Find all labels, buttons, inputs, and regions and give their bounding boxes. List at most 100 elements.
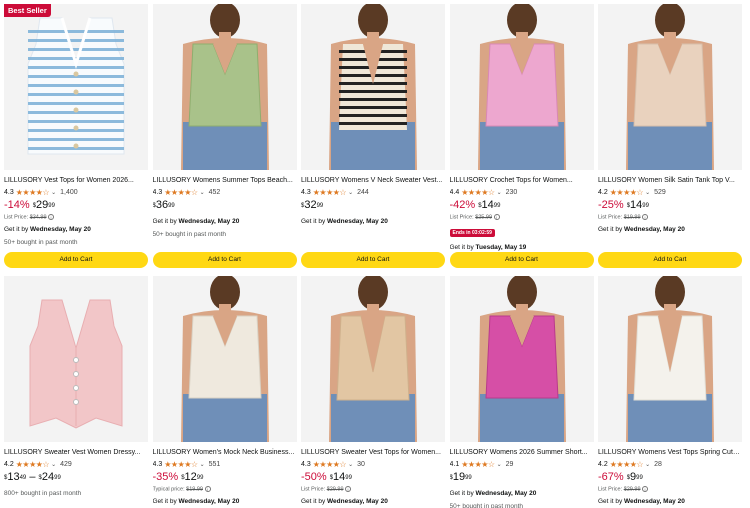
- product-title[interactable]: LILLUSORY Vest Tops for Women 2026...: [4, 176, 148, 186]
- add-to-cart-button[interactable]: Add to Cart: [4, 252, 148, 268]
- rating-value: 4.3: [152, 461, 163, 468]
- product-card[interactable]: LILLUSORY Women's Mock Neck Business... 4…: [152, 276, 297, 508]
- star-rating-icon[interactable]: ★★★★☆: [610, 188, 644, 198]
- product-info: LILLUSORY Crochet Tops for Women... 4.4 ★★…: [449, 170, 594, 252]
- product-image[interactable]: [449, 4, 594, 170]
- product-image[interactable]: Best Seller: [4, 4, 148, 170]
- chevron-down-icon[interactable]: ⌄: [645, 189, 650, 196]
- price: $1499: [627, 199, 649, 212]
- add-to-cart-button[interactable]: Add to Cart: [449, 252, 594, 268]
- product-title[interactable]: LILLUSORY Womens V Neck Sweater Vest...: [301, 176, 445, 186]
- delivery-prefix: Get it by: [152, 498, 179, 505]
- product-image[interactable]: [598, 4, 742, 170]
- product-image[interactable]: [4, 276, 148, 442]
- chevron-down-icon[interactable]: ⌄: [348, 461, 353, 468]
- product-title[interactable]: LILLUSORY Womens Summer Tops Beach...: [153, 176, 297, 186]
- product-title[interactable]: LILLUSORY Sweater Vest Tops for Women...: [301, 448, 445, 458]
- list-price: List Price: $25.99 i: [450, 214, 594, 221]
- product-info: LILLUSORY Womens Summer Tops Beach... 4.3…: [153, 170, 297, 239]
- price-line: $3699: [153, 199, 297, 213]
- list-price-value: $19.99: [623, 214, 641, 221]
- info-icon[interactable]: i: [642, 486, 649, 492]
- product-image[interactable]: [301, 276, 445, 442]
- delivery-prefix: Get it by: [598, 226, 625, 233]
- chevron-down-icon[interactable]: ⌄: [348, 189, 353, 196]
- product-title[interactable]: LILLUSORY Womens 2026 Summer Short...: [450, 448, 594, 458]
- delivery-date: Wednesday, May 20: [178, 498, 240, 505]
- discount-percent: -35%: [152, 471, 179, 483]
- chevron-down-icon[interactable]: ⌄: [200, 461, 205, 468]
- list-price-label: List Price:: [598, 214, 623, 221]
- product-card[interactable]: LILLUSORY Womens Summer Tops Beach... 4.3…: [152, 4, 297, 268]
- chevron-down-icon[interactable]: ⌄: [51, 461, 56, 468]
- star-rating-icon[interactable]: ★★★★☆: [164, 460, 198, 470]
- product-card[interactable]: LILLUSORY Womens V Neck Sweater Vest... 4…: [301, 4, 445, 268]
- delivery-prefix: Get it by: [449, 244, 476, 251]
- price-line: $1349 – $2499: [4, 471, 148, 485]
- star-rating-icon[interactable]: ★★★★☆: [313, 460, 347, 470]
- info-icon[interactable]: i: [204, 486, 211, 492]
- review-count[interactable]: 30: [357, 461, 365, 468]
- rating-value: 4.3: [152, 189, 163, 196]
- add-to-cart-button[interactable]: Add to Cart: [152, 252, 297, 268]
- product-image[interactable]: [449, 276, 594, 442]
- review-count[interactable]: 529: [654, 189, 666, 196]
- star-rating-icon[interactable]: ★★★★☆: [164, 188, 198, 198]
- info-icon[interactable]: i: [493, 214, 500, 220]
- chevron-down-icon[interactable]: ⌄: [645, 461, 650, 468]
- currency-symbol: $: [4, 475, 8, 481]
- star-rating-icon[interactable]: ★★★★☆: [461, 188, 495, 198]
- delivery-info: Get it by Wednesday, May 20: [301, 217, 445, 226]
- product-image[interactable]: [301, 4, 445, 170]
- chevron-down-icon[interactable]: ⌄: [497, 461, 502, 468]
- list-price-value: $29.99: [326, 486, 344, 493]
- product-title[interactable]: LILLUSORY Women Silk Satin Tank Top V...: [598, 176, 742, 186]
- review-count[interactable]: 1,400: [60, 189, 78, 196]
- review-count[interactable]: 244: [357, 189, 369, 196]
- product-card[interactable]: LILLUSORY Sweater Vest Women Dressy... 4.…: [4, 276, 148, 508]
- review-count[interactable]: 29: [506, 461, 514, 468]
- review-count[interactable]: 429: [60, 461, 72, 468]
- product-title[interactable]: LILLUSORY Crochet Tops for Women...: [450, 176, 594, 186]
- product-title[interactable]: LILLUSORY Womens Vest Tops Spring Cute..…: [598, 448, 742, 458]
- price-cents-max: 99: [54, 475, 61, 481]
- rating-value: 4.4: [449, 189, 460, 196]
- chevron-down-icon[interactable]: ⌄: [200, 189, 205, 196]
- rating-value: 4.2: [598, 461, 608, 468]
- review-count[interactable]: 28: [654, 461, 662, 468]
- info-icon[interactable]: i: [642, 214, 649, 220]
- review-count[interactable]: 452: [209, 189, 221, 196]
- product-image[interactable]: [152, 276, 297, 442]
- product-title[interactable]: LILLUSORY Sweater Vest Women Dressy...: [4, 448, 148, 458]
- product-card[interactable]: Best Seller LILLUSORY Vest Tops for Women…: [4, 4, 148, 268]
- price-line: -42% $1499: [450, 199, 594, 213]
- product-card[interactable]: LILLUSORY Women Silk Satin Tank Top V...…: [598, 4, 742, 268]
- price-dollars: 14: [333, 471, 346, 483]
- list-price-value: $19.99: [186, 486, 203, 493]
- chevron-down-icon[interactable]: ⌄: [497, 189, 502, 196]
- product-card[interactable]: LILLUSORY Womens Vest Tops Spring Cute..…: [598, 276, 742, 508]
- product-image[interactable]: [152, 4, 297, 170]
- star-rating-icon[interactable]: ★★★★☆: [461, 460, 495, 470]
- product-card[interactable]: LILLUSORY Womens 2026 Summer Short... 4.1…: [449, 276, 594, 508]
- add-to-cart-button[interactable]: Add to Cart: [598, 252, 742, 268]
- star-rating-icon[interactable]: ★★★★☆: [313, 188, 347, 198]
- review-count[interactable]: 551: [209, 461, 221, 468]
- review-count[interactable]: 230: [506, 189, 518, 196]
- star-rating-icon[interactable]: ★★★★☆: [610, 460, 644, 470]
- delivery-date: Wednesday, May 20: [30, 226, 91, 233]
- add-to-cart-button[interactable]: Add to Cart: [301, 252, 445, 268]
- product-info: LILLUSORY Womens V Neck Sweater Vest... 4…: [301, 170, 445, 226]
- rating-row: 4.3 ★★★★☆ ⌄ 244: [301, 187, 445, 198]
- product-card[interactable]: LILLUSORY Crochet Tops for Women... 4.4 ★★…: [449, 4, 594, 268]
- star-rating-icon[interactable]: ★★★★☆: [16, 188, 50, 198]
- info-icon[interactable]: i: [345, 486, 352, 492]
- star-rating-icon[interactable]: ★★★★☆: [16, 460, 50, 470]
- list-price: Typical price: $19.99 i: [153, 486, 297, 493]
- info-icon[interactable]: i: [48, 214, 55, 220]
- product-title[interactable]: LILLUSORY Women's Mock Neck Business...: [153, 448, 297, 458]
- chevron-down-icon[interactable]: ⌄: [51, 189, 56, 196]
- product-image[interactable]: [598, 276, 742, 442]
- product-card[interactable]: LILLUSORY Sweater Vest Tops for Women...…: [301, 276, 445, 508]
- deal-timer-badge: Ends in 03:02:59: [449, 229, 495, 237]
